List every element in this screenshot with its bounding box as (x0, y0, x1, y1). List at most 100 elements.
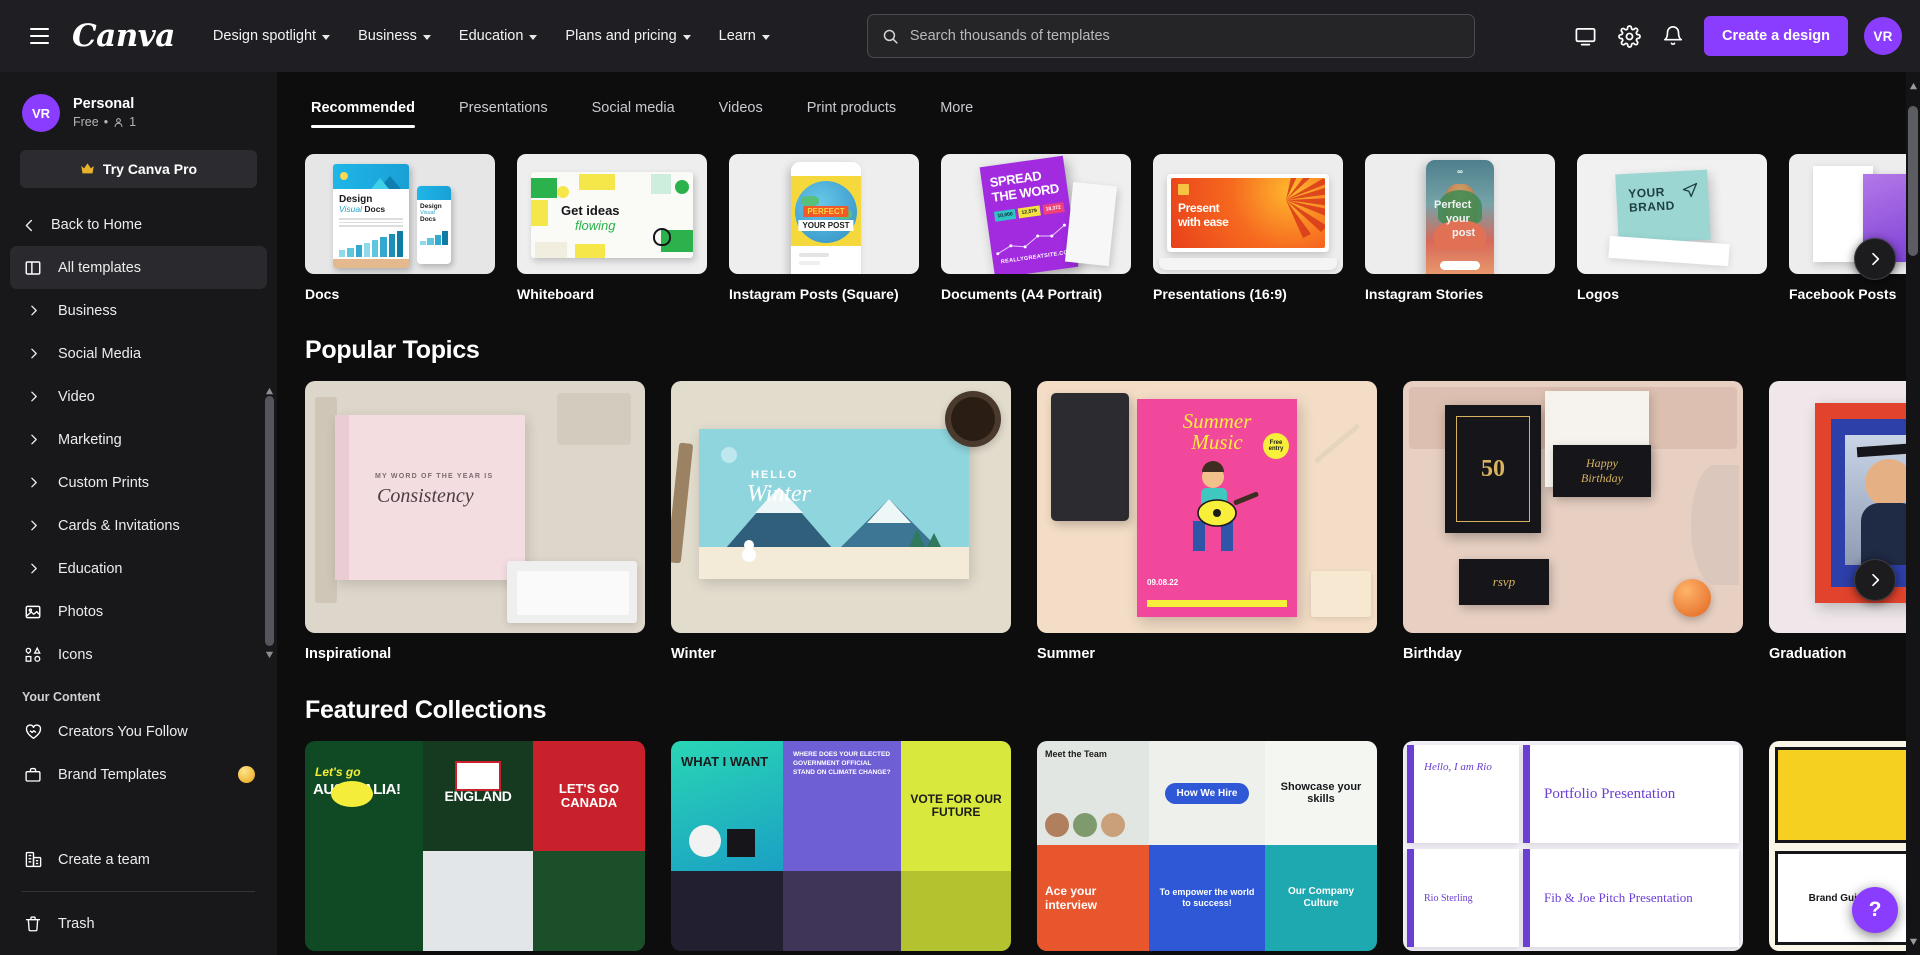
sidebar-item-social-media[interactable]: Social Media (10, 332, 267, 375)
category-card-logos[interactable]: YOUR BRAND Logos (1577, 154, 1767, 302)
back-to-home-link[interactable]: Back to Home (0, 204, 277, 246)
collection-card-3[interactable]: Meet the Team How We Hire (1037, 741, 1377, 951)
sidebar-item-all-templates[interactable]: All templates (10, 246, 267, 289)
thumb-text: 10,000 (994, 209, 1016, 222)
nav-label: Plans and pricing (565, 28, 676, 44)
category-thumbnail: SPREAD THE WORD 10,000 12,579 18,372 (941, 154, 1131, 274)
category-card-facebook-posts[interactable]: Facebook Posts (1789, 154, 1920, 302)
create-a-design-button[interactable]: Create a design (1704, 16, 1848, 56)
chevron-right-icon (1867, 251, 1883, 267)
collection-card-2[interactable]: WHAT I WANT WHERE DOES YOUR ELECTED GOVE… (671, 741, 1011, 951)
scroll-up-arrow-icon[interactable] (1907, 78, 1919, 94)
topic-card-inspirational[interactable]: MY WORD OF THE YEAR IS Consistency Inspi… (305, 381, 645, 662)
search-input[interactable]: Search thousands of templates (867, 14, 1475, 58)
sidebar-item-video[interactable]: Video (10, 375, 267, 418)
nav-item-design-spotlight[interactable]: Design spotlight (213, 28, 330, 44)
tab-presentations[interactable]: Presentations (437, 94, 570, 128)
category-card-instagram-stories[interactable]: ∞ Perfect your (1365, 154, 1555, 302)
nav-item-business[interactable]: Business (358, 28, 431, 44)
nav-item-learn[interactable]: Learn (719, 28, 770, 44)
chevron-right-icon (22, 519, 44, 532)
nav-item-education[interactable]: Education (459, 28, 538, 44)
sidebar-item-label: Business (58, 303, 117, 319)
thumb-text: Meet the Team (1045, 749, 1107, 759)
collection-card-4[interactable]: Hello, I am Rio Portfolio Presentation R… (1403, 741, 1743, 951)
thumb-text: 50 (1481, 456, 1505, 482)
tab-social-media[interactable]: Social media (570, 94, 697, 128)
avatar[interactable]: VR (1864, 17, 1902, 55)
tab-more[interactable]: More (918, 94, 995, 128)
tab-label: Print products (807, 100, 896, 116)
category-carousel-next-button[interactable] (1854, 238, 1896, 280)
sidebar-scrollbar-thumb[interactable] (265, 396, 274, 646)
category-label: Whiteboard (517, 286, 707, 302)
category-label: Instagram Stories (1365, 286, 1555, 302)
category-card-instagram-posts[interactable]: PERFECT YOUR POST (729, 154, 919, 302)
sidebar-item-creators-you-follow[interactable]: Creators You Follow (10, 710, 267, 753)
collection-card-1[interactable]: Let's go AUSTRALIA! ENGLAND LET'S GO (305, 741, 645, 951)
tab-recommended[interactable]: Recommended (305, 94, 437, 128)
building-icon (22, 850, 44, 869)
help-button[interactable]: ? (1852, 887, 1898, 933)
sidebar-item-cards-and-invitations[interactable]: Cards & Invitations (10, 504, 267, 547)
thumb-text: MY WORD OF THE YEAR IS (375, 473, 493, 480)
topic-card-birthday[interactable]: 50 Happy Birthday rsvp (1403, 381, 1743, 662)
sidebar-item-icons[interactable]: Icons (10, 633, 267, 676)
category-carousel: Design Visual Docs (305, 138, 1920, 302)
thumb-mountains (699, 429, 969, 579)
tab-label: Videos (719, 100, 763, 116)
tab-videos[interactable]: Videos (697, 94, 785, 128)
sidebar-item-trash[interactable]: Trash (10, 902, 267, 945)
scroll-up-arrow-icon[interactable] (264, 386, 275, 397)
thumb-text: 18,372 (1042, 202, 1064, 215)
send-icon (1682, 182, 1699, 199)
topic-thumbnail: 50 Happy Birthday rsvp (1403, 381, 1743, 633)
bell-icon[interactable] (1660, 23, 1686, 49)
page-scrollbar[interactable] (1906, 72, 1920, 955)
thumb-text: post (1452, 227, 1475, 239)
search-area: Search thousands of templates (770, 14, 1572, 58)
sidebar-item-custom-prints[interactable]: Custom Prints (10, 461, 267, 504)
try-canva-pro-button[interactable]: Try Canva Pro (20, 150, 257, 188)
sidebar-item-photos[interactable]: Photos (10, 590, 267, 633)
nav-item-plans-and-pricing[interactable]: Plans and pricing (565, 28, 690, 44)
monitor-icon[interactable] (1572, 23, 1598, 49)
account-switcher[interactable]: VR Personal Free • 1 (0, 94, 277, 132)
thumb-text: Music (1191, 430, 1242, 454)
scroll-down-arrow-icon[interactable] (1907, 933, 1919, 949)
popular-topics-next-button[interactable] (1854, 559, 1896, 601)
topic-card-graduation[interactable]: Graduation (1769, 381, 1920, 662)
category-card-documents-a4[interactable]: SPREAD THE WORD 10,000 12,579 18,372 (941, 154, 1131, 302)
sidebar-item-brand-templates[interactable]: Brand Templates (10, 753, 267, 796)
canva-logo[interactable]: Canva (72, 18, 175, 54)
thumb-text: Rio Sterling (1424, 893, 1473, 904)
sidebar-item-marketing[interactable]: Marketing (10, 418, 267, 461)
collection-card-5[interactable]: Brand Name Brand Guidelines (1769, 741, 1920, 951)
category-label: Presentations (16:9) (1153, 286, 1343, 302)
category-card-whiteboard[interactable]: Get ideas flowing White (517, 154, 707, 302)
photo-icon (22, 603, 44, 621)
chevron-down-icon (529, 35, 537, 40)
category-card-docs[interactable]: Design Visual Docs (305, 154, 495, 302)
collection-thumbnail: Brand Name Brand Guidelines (1769, 741, 1920, 951)
category-card-presentations[interactable]: Present with ease Presentations (16:9) (1153, 154, 1343, 302)
thumb-text: Winter (747, 481, 811, 507)
featured-collections-title: Featured Collections (305, 696, 1920, 725)
chevron-right-icon (22, 304, 44, 317)
scroll-down-arrow-icon[interactable] (264, 649, 275, 660)
chevron-down-icon (322, 35, 330, 40)
tab-label: More (940, 100, 973, 116)
tab-print-products[interactable]: Print products (785, 94, 918, 128)
sidebar-item-education[interactable]: Education (10, 547, 267, 590)
page-scrollbar-thumb[interactable] (1908, 106, 1918, 256)
featured-collections-row: Let's go AUSTRALIA! ENGLAND LET'S GO (305, 741, 1920, 951)
hamburger-menu-icon[interactable] (22, 19, 56, 53)
sidebar-item-create-a-team[interactable]: Create a team (10, 838, 267, 881)
top-header: Canva Design spotlight Business Educatio… (0, 0, 1920, 72)
back-label: Back to Home (51, 217, 142, 233)
topic-card-winter[interactable]: HELLO Winter Winter (671, 381, 1011, 662)
gear-icon[interactable] (1616, 23, 1642, 49)
thumb-text: Our Company Culture (1275, 886, 1367, 910)
topic-card-summer[interactable]: Summer Music Free entry (1037, 381, 1377, 662)
sidebar-item-business[interactable]: Business (10, 289, 267, 332)
